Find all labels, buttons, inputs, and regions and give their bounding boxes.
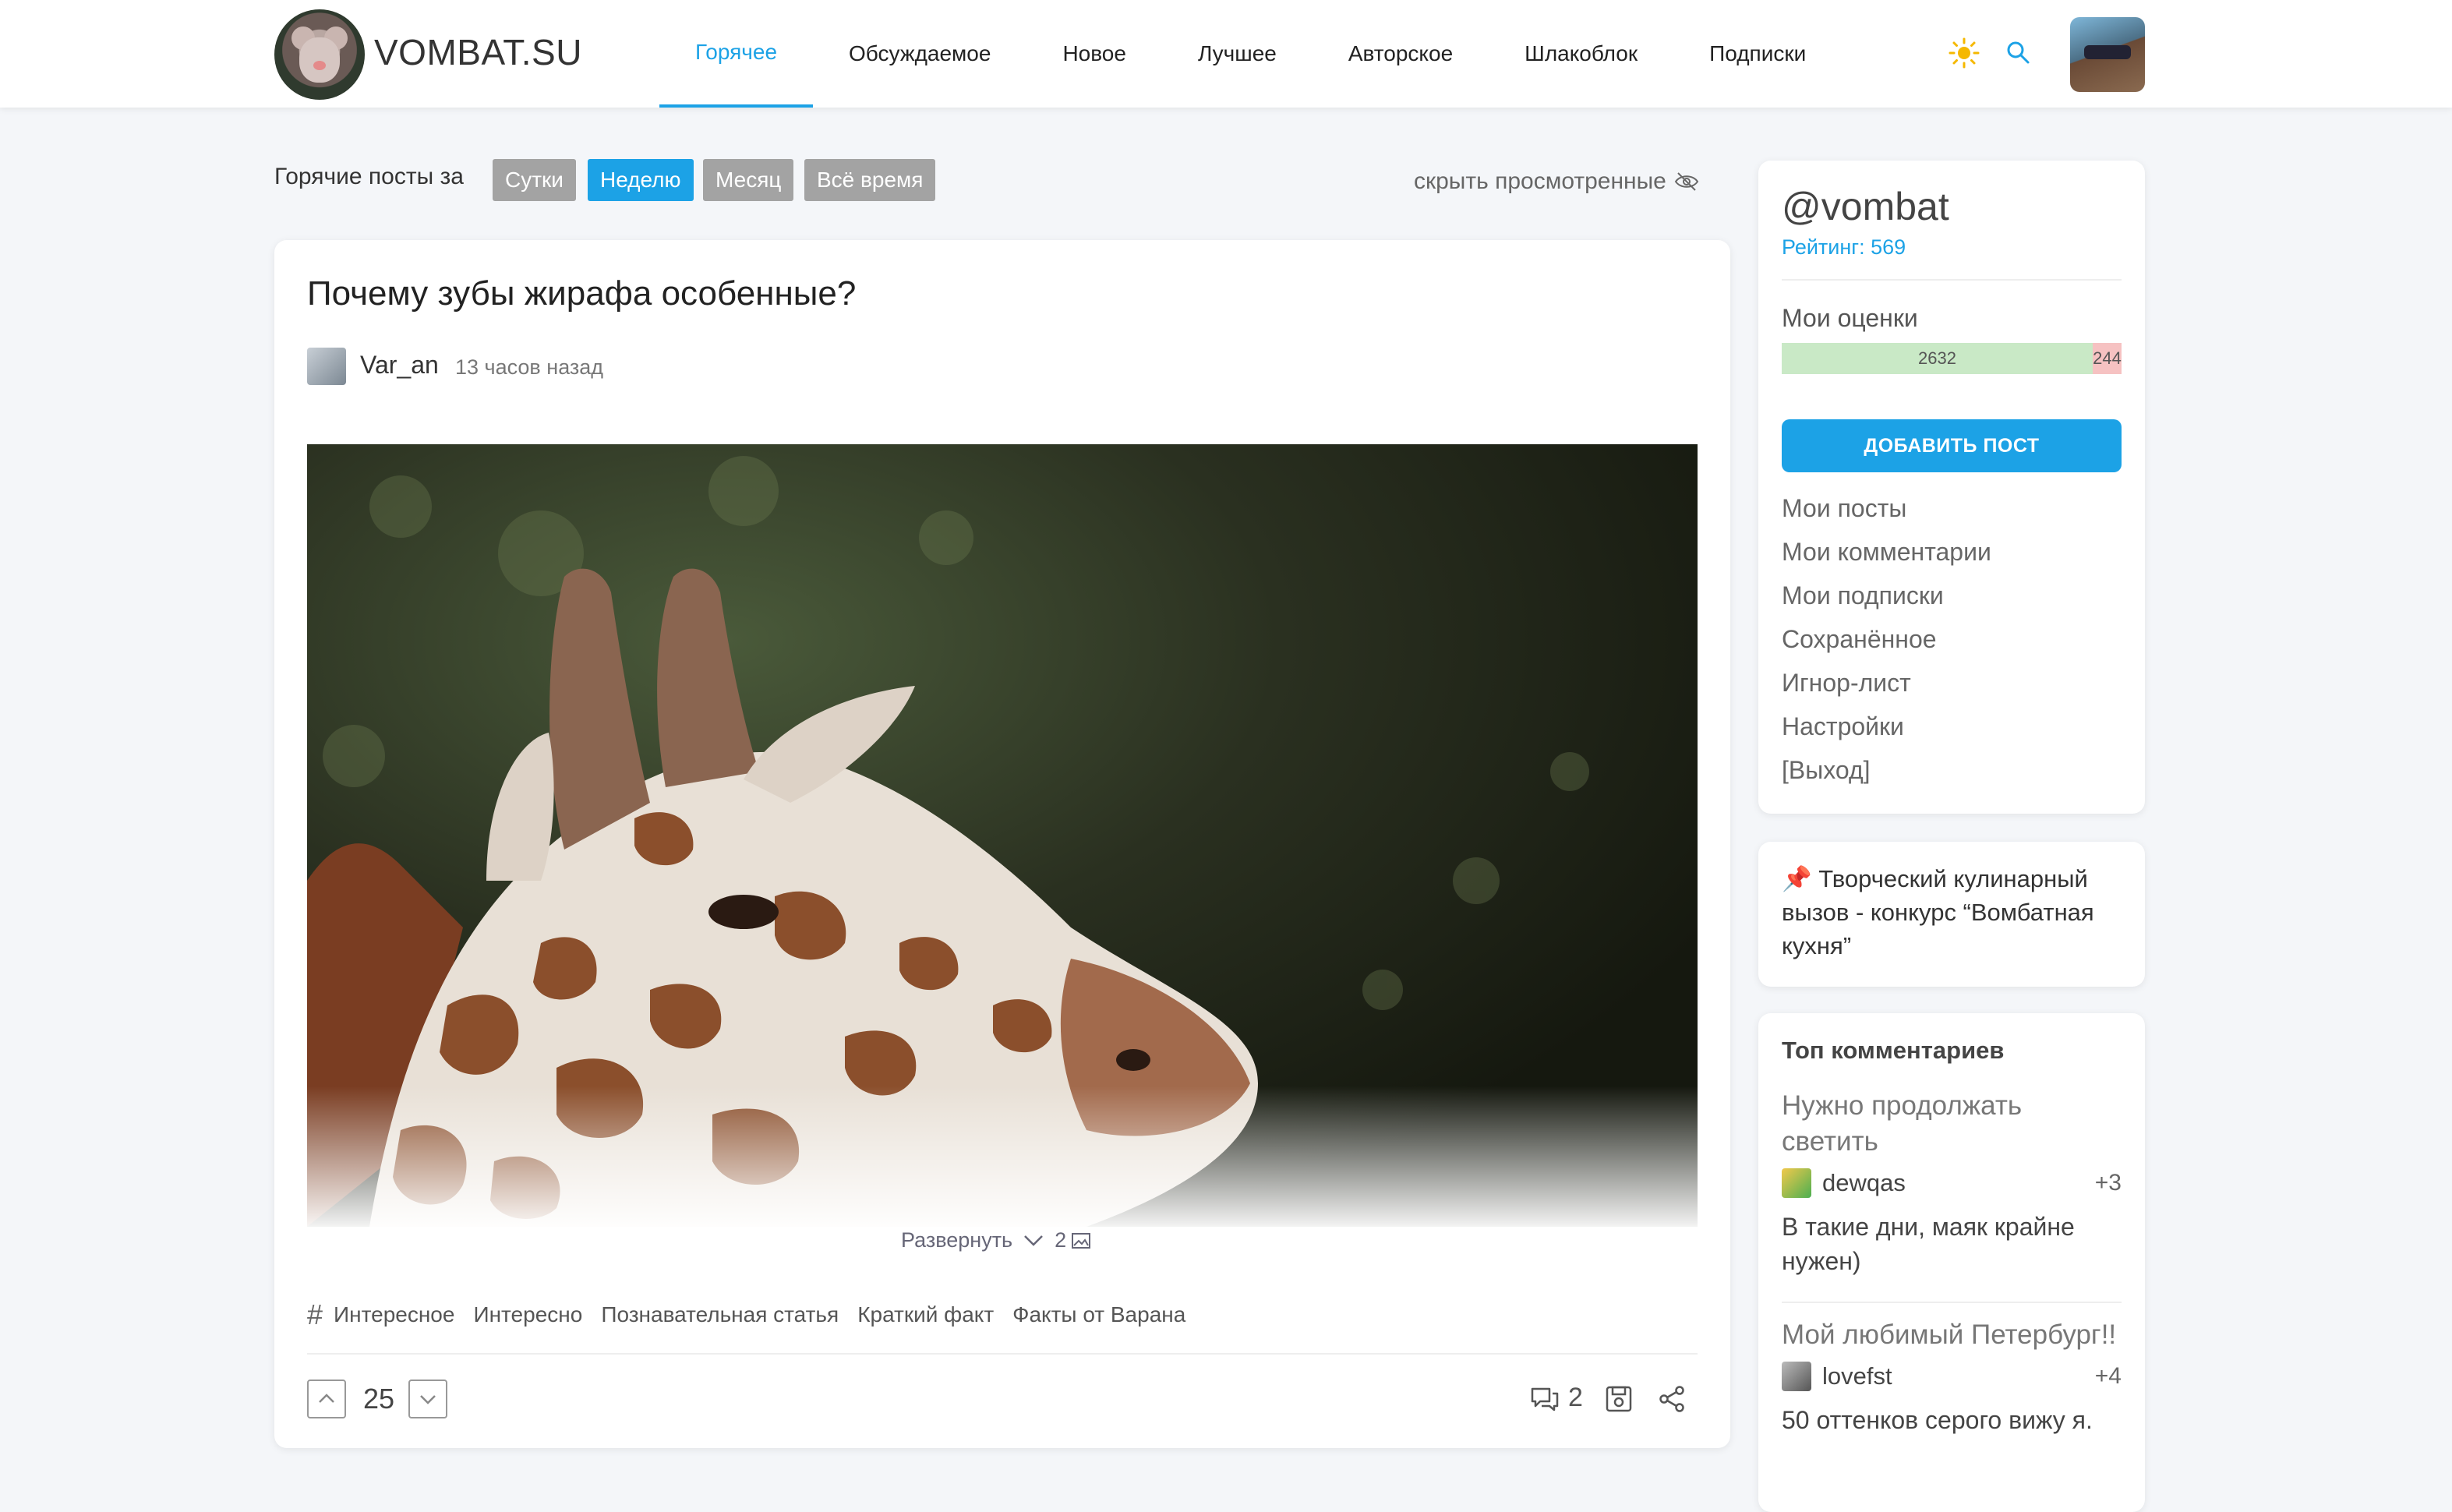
chevron-down-icon: [1024, 1235, 1044, 1246]
nav-new[interactable]: Новое: [1026, 0, 1162, 108]
menu-my-comments[interactable]: Мои комментарии: [1782, 530, 1991, 574]
menu-my-subscriptions[interactable]: Мои подписки: [1782, 574, 1991, 617]
top-comment-text[interactable]: 50 оттенков серого вижу я.: [1782, 1403, 2122, 1437]
brand-name[interactable]: VOMBAT.SU: [374, 31, 582, 73]
comments-count: 2: [1568, 1383, 1583, 1412]
user-panel: @vombat Рейтинг: 569 Мои оценки 2632 244…: [1758, 161, 2145, 814]
downvote-button[interactable]: [408, 1380, 447, 1418]
top-comment-post-title[interactable]: Нужно продолжать светить: [1782, 1088, 2122, 1160]
commenter-name[interactable]: dewqas: [1822, 1169, 1906, 1197]
top-comment: Мой любимый Петербург!! lovefst +4 50 от…: [1782, 1317, 2122, 1437]
top-header: VOMBAT.SU Горячее Обсуждаемое Новое Лучш…: [0, 0, 2452, 108]
menu-my-posts[interactable]: Мои посты: [1782, 486, 1991, 530]
top-comment-author: lovefst +4: [1782, 1359, 2122, 1394]
pinned-card: 📌 Творческий кулинарный вызов - конкурс …: [1758, 842, 2145, 987]
user-avatar[interactable]: [2070, 17, 2145, 92]
main-nav: Горячее Обсуждаемое Новое Лучшее Авторск…: [659, 0, 1842, 108]
user-menu: Мои посты Мои комментарии Мои подписки С…: [1782, 486, 1991, 792]
expand-post[interactable]: Развернуть 2: [901, 1228, 1091, 1252]
image-count: 2: [1055, 1228, 1067, 1252]
logo-nose: [313, 61, 326, 70]
nav-slagblock[interactable]: Шлакоблок: [1489, 0, 1673, 108]
comments-button[interactable]: 2: [1529, 1383, 1583, 1413]
divider: [1782, 279, 2122, 281]
commenter-avatar[interactable]: [1782, 1168, 1811, 1198]
menu-settings[interactable]: Настройки: [1782, 705, 1991, 748]
votes-negative: 244: [2093, 343, 2122, 374]
menu-saved[interactable]: Сохранённое: [1782, 617, 1991, 661]
comment-score: +3: [2094, 1170, 2122, 1196]
commenter-avatar[interactable]: [1782, 1362, 1811, 1391]
divider: [1782, 1302, 2122, 1303]
top-comments-title: Топ комментариев: [1782, 1037, 2005, 1064]
menu-ignore-list[interactable]: Игнор-лист: [1782, 661, 1991, 705]
period-week[interactable]: Неделю: [588, 159, 694, 201]
post-card: Почему зубы жирафа особенные? Var_an 13 …: [274, 240, 1730, 1448]
post-title[interactable]: Почему зубы жирафа особенные?: [307, 274, 856, 313]
hide-viewed-toggle[interactable]: скрыть просмотренные: [1414, 168, 1699, 195]
expand-label: Развернуть: [901, 1228, 1013, 1252]
votes-bar: 2632 244: [1782, 343, 2122, 374]
nav-best[interactable]: Лучшее: [1162, 0, 1313, 108]
eye-off-icon: [1674, 172, 1699, 191]
nav-subscriptions[interactable]: Подписки: [1673, 0, 1842, 108]
top-comment-author: dewqas +3: [1782, 1166, 2122, 1200]
tag[interactable]: Краткий факт: [857, 1302, 994, 1327]
hot-posts-label: Горячие посты за: [274, 164, 464, 189]
site-logo[interactable]: [274, 9, 365, 100]
nav-hot[interactable]: Горячее: [659, 0, 814, 108]
period-day[interactable]: Сутки: [493, 159, 576, 201]
votes-label: Мои оценки: [1782, 304, 1918, 332]
commenter-name[interactable]: lovefst: [1822, 1362, 1892, 1390]
votes-positive: 2632: [1782, 343, 2093, 374]
share-icon[interactable]: [1657, 1384, 1687, 1414]
nav-authored[interactable]: Авторское: [1313, 0, 1489, 108]
chevron-down-icon: [420, 1395, 436, 1404]
post-tags: # Интересное Интересно Познавательная ст…: [307, 1298, 1204, 1331]
author-avatar[interactable]: [307, 348, 346, 385]
post-rating: 25: [363, 1383, 395, 1415]
post-time: 13 часов назад: [455, 355, 604, 379]
logo-face: [299, 37, 340, 83]
user-rating: Рейтинг: 569: [1782, 235, 1906, 259]
nav-discussed[interactable]: Обсуждаемое: [813, 0, 1026, 108]
top-comment-post-title[interactable]: Мой любимый Петербург!!: [1782, 1317, 2122, 1353]
tag[interactable]: Познавательная статья: [601, 1302, 839, 1327]
comments-icon: [1531, 1387, 1559, 1411]
period-all-time[interactable]: Всё время: [804, 159, 936, 201]
pinned-link[interactable]: 📌 Творческий кулинарный вызов - конкурс …: [1782, 862, 2125, 963]
author-name[interactable]: Var_an: [360, 351, 439, 380]
top-comment-text[interactable]: В такие дни, маяк крайне нужен): [1782, 1210, 2122, 1278]
search-icon[interactable]: [2005, 39, 2031, 65]
hide-viewed-label: скрыть просмотренные: [1414, 168, 1666, 194]
save-icon[interactable]: [1604, 1384, 1634, 1414]
comment-score: +4: [2094, 1363, 2122, 1389]
menu-logout[interactable]: [Выход]: [1782, 748, 1991, 792]
hash-icon: #: [307, 1298, 323, 1330]
avatar-glasses: [2084, 45, 2131, 59]
tag[interactable]: Факты от Варана: [1012, 1302, 1185, 1327]
sun-icon[interactable]: [1949, 37, 1980, 69]
upvote-button[interactable]: [307, 1380, 346, 1418]
period-month[interactable]: Месяц: [703, 159, 794, 201]
chevron-up-icon: [319, 1394, 334, 1403]
tag[interactable]: Интересно: [473, 1302, 582, 1327]
top-comment: Нужно продолжать светить dewqas +3 В так…: [1782, 1088, 2122, 1278]
post-image-giraffe[interactable]: [307, 444, 1698, 1227]
tag[interactable]: Интересное: [334, 1302, 454, 1327]
username[interactable]: @vombat: [1782, 184, 1949, 229]
top-comments-panel: Топ комментариев Нужно продолжать светит…: [1758, 1013, 2145, 1512]
add-post-button[interactable]: ДОБАВИТЬ ПОСТ: [1782, 419, 2122, 472]
image-icon: [1072, 1232, 1091, 1249]
divider: [307, 1353, 1698, 1355]
